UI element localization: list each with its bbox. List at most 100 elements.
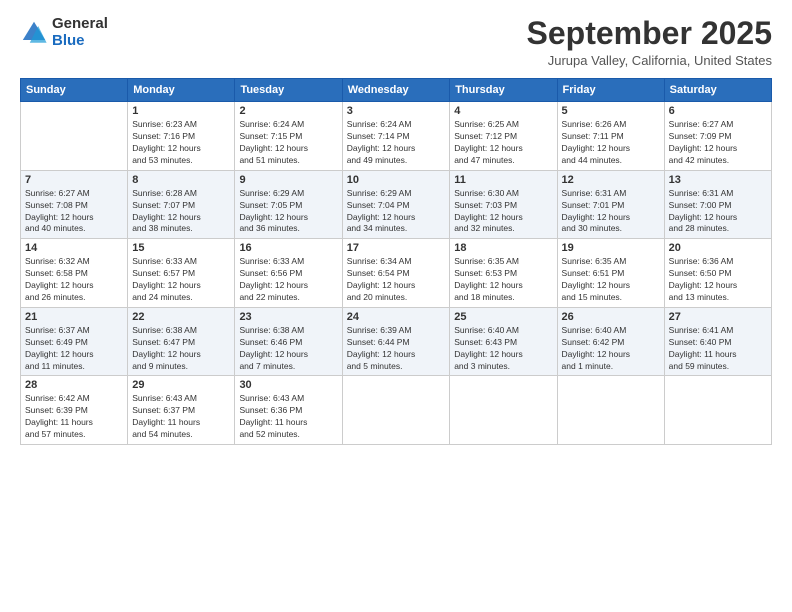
- day-number: 10: [347, 174, 446, 186]
- calendar-cell: 21 Sunrise: 6:37 AMSunset: 6:49 PMDayligh…: [21, 307, 128, 376]
- calendar-header-row: SundayMondayTuesdayWednesdayThursdayFrid…: [21, 79, 772, 102]
- logo-general-text: General: [52, 16, 108, 33]
- logo-text: General Blue: [52, 16, 108, 49]
- day-number: 30: [239, 379, 337, 391]
- day-info: Sunrise: 6:26 AMSunset: 7:11 PMDaylight:…: [562, 119, 660, 167]
- day-number: 24: [347, 311, 446, 323]
- calendar-cell: 18 Sunrise: 6:35 AMSunset: 6:53 PMDayligh…: [450, 239, 557, 308]
- day-number: 1: [132, 105, 230, 117]
- day-info: Sunrise: 6:40 AMSunset: 6:42 PMDaylight:…: [562, 325, 660, 373]
- day-info: Sunrise: 6:24 AMSunset: 7:14 PMDaylight:…: [347, 119, 446, 167]
- month-title: September 2025: [527, 16, 772, 51]
- calendar-cell: [342, 376, 450, 445]
- calendar-week-row: 28Sunrise: 6:42 AMSunset: 6:39 PMDayligh…: [21, 376, 772, 445]
- day-number: 20: [669, 242, 767, 254]
- calendar-header-tuesday: Tuesday: [235, 79, 342, 102]
- day-number: 3: [347, 105, 446, 117]
- calendar-cell: 19 Sunrise: 6:35 AMSunset: 6:51 PMDayligh…: [557, 239, 664, 308]
- logo: General Blue: [20, 16, 108, 49]
- day-info: Sunrise: 6:35 AMSunset: 6:51 PMDaylight:…: [562, 256, 660, 304]
- day-number: 12: [562, 174, 660, 186]
- calendar-table: SundayMondayTuesdayWednesdayThursdayFrid…: [20, 78, 772, 445]
- day-info: Sunrise: 6:41 AMSunset: 6:40 PMDaylight:…: [669, 325, 767, 373]
- calendar-header-friday: Friday: [557, 79, 664, 102]
- calendar-cell: 12 Sunrise: 6:31 AMSunset: 7:01 PMDayligh…: [557, 170, 664, 239]
- day-number: 21: [25, 311, 123, 323]
- calendar-header-thursday: Thursday: [450, 79, 557, 102]
- calendar-cell: 25 Sunrise: 6:40 AMSunset: 6:43 PMDayligh…: [450, 307, 557, 376]
- day-info: Sunrise: 6:34 AMSunset: 6:54 PMDaylight:…: [347, 256, 446, 304]
- calendar-week-row: 21 Sunrise: 6:37 AMSunset: 6:49 PMDayligh…: [21, 307, 772, 376]
- calendar-cell: [557, 376, 664, 445]
- day-info: Sunrise: 6:33 AMSunset: 6:56 PMDaylight:…: [239, 256, 337, 304]
- logo-icon: [20, 19, 48, 47]
- calendar-cell: 24 Sunrise: 6:39 AMSunset: 6:44 PMDayligh…: [342, 307, 450, 376]
- day-number: 15: [132, 242, 230, 254]
- day-number: 26: [562, 311, 660, 323]
- day-info: Sunrise: 6:30 AMSunset: 7:03 PMDaylight:…: [454, 188, 552, 236]
- day-info: Sunrise: 6:24 AMSunset: 7:15 PMDaylight:…: [239, 119, 337, 167]
- day-number: 19: [562, 242, 660, 254]
- day-number: 13: [669, 174, 767, 186]
- calendar-cell: 1 Sunrise: 6:23 AMSunset: 7:16 PMDaylight…: [128, 102, 235, 171]
- day-number: 11: [454, 174, 552, 186]
- day-number: 5: [562, 105, 660, 117]
- day-info: Sunrise: 6:40 AMSunset: 6:43 PMDaylight:…: [454, 325, 552, 373]
- day-info: Sunrise: 6:31 AMSunset: 7:01 PMDaylight:…: [562, 188, 660, 236]
- day-number: 9: [239, 174, 337, 186]
- page: General Blue September 2025 Jurupa Valle…: [0, 0, 792, 612]
- day-number: 28: [25, 379, 123, 391]
- calendar-cell: 5 Sunrise: 6:26 AMSunset: 7:11 PMDaylight…: [557, 102, 664, 171]
- calendar-cell: 23 Sunrise: 6:38 AMSunset: 6:46 PMDayligh…: [235, 307, 342, 376]
- day-info: Sunrise: 6:29 AMSunset: 7:04 PMDaylight:…: [347, 188, 446, 236]
- day-number: 2: [239, 105, 337, 117]
- calendar-cell: 8 Sunrise: 6:28 AMSunset: 7:07 PMDaylight…: [128, 170, 235, 239]
- calendar-cell: 30Sunrise: 6:43 AMSunset: 6:36 PMDayligh…: [235, 376, 342, 445]
- day-info: Sunrise: 6:35 AMSunset: 6:53 PMDaylight:…: [454, 256, 552, 304]
- calendar-cell: [450, 376, 557, 445]
- day-number: 22: [132, 311, 230, 323]
- day-info: Sunrise: 6:27 AMSunset: 7:08 PMDaylight:…: [25, 188, 123, 236]
- day-info: Sunrise: 6:38 AMSunset: 6:46 PMDaylight:…: [239, 325, 337, 373]
- calendar-cell: [664, 376, 771, 445]
- day-info: Sunrise: 6:28 AMSunset: 7:07 PMDaylight:…: [132, 188, 230, 236]
- calendar-cell: 14Sunrise: 6:32 AMSunset: 6:58 PMDayligh…: [21, 239, 128, 308]
- calendar-cell: 28Sunrise: 6:42 AMSunset: 6:39 PMDayligh…: [21, 376, 128, 445]
- day-info: Sunrise: 6:33 AMSunset: 6:57 PMDaylight:…: [132, 256, 230, 304]
- calendar-header-monday: Monday: [128, 79, 235, 102]
- calendar-cell: 7 Sunrise: 6:27 AMSunset: 7:08 PMDaylight…: [21, 170, 128, 239]
- calendar-cell: 29 Sunrise: 6:43 AMSunset: 6:37 PMDayligh…: [128, 376, 235, 445]
- title-section: September 2025 Jurupa Valley, California…: [527, 16, 772, 68]
- day-info: Sunrise: 6:38 AMSunset: 6:47 PMDaylight:…: [132, 325, 230, 373]
- calendar-header-saturday: Saturday: [664, 79, 771, 102]
- calendar-cell: 26 Sunrise: 6:40 AMSunset: 6:42 PMDayligh…: [557, 307, 664, 376]
- day-number: 23: [239, 311, 337, 323]
- day-info: Sunrise: 6:43 AMSunset: 6:37 PMDaylight:…: [132, 393, 230, 441]
- day-number: 29: [132, 379, 230, 391]
- calendar-week-row: 1 Sunrise: 6:23 AMSunset: 7:16 PMDaylight…: [21, 102, 772, 171]
- day-number: 17: [347, 242, 446, 254]
- calendar-cell: 27 Sunrise: 6:41 AMSunset: 6:40 PMDayligh…: [664, 307, 771, 376]
- calendar-cell: 2 Sunrise: 6:24 AMSunset: 7:15 PMDaylight…: [235, 102, 342, 171]
- day-number: 7: [25, 174, 123, 186]
- day-info: Sunrise: 6:39 AMSunset: 6:44 PMDaylight:…: [347, 325, 446, 373]
- calendar-cell: 10 Sunrise: 6:29 AMSunset: 7:04 PMDayligh…: [342, 170, 450, 239]
- calendar-cell: 17 Sunrise: 6:34 AMSunset: 6:54 PMDayligh…: [342, 239, 450, 308]
- day-info: Sunrise: 6:23 AMSunset: 7:16 PMDaylight:…: [132, 119, 230, 167]
- day-info: Sunrise: 6:37 AMSunset: 6:49 PMDaylight:…: [25, 325, 123, 373]
- calendar-cell: 13Sunrise: 6:31 AMSunset: 7:00 PMDayligh…: [664, 170, 771, 239]
- location: Jurupa Valley, California, United States: [527, 53, 772, 68]
- day-number: 8: [132, 174, 230, 186]
- day-number: 16: [239, 242, 337, 254]
- calendar-cell: 20Sunrise: 6:36 AMSunset: 6:50 PMDayligh…: [664, 239, 771, 308]
- calendar-header-wednesday: Wednesday: [342, 79, 450, 102]
- logo-blue-text: Blue: [52, 33, 108, 50]
- day-number: 25: [454, 311, 552, 323]
- day-number: 18: [454, 242, 552, 254]
- calendar-week-row: 7 Sunrise: 6:27 AMSunset: 7:08 PMDaylight…: [21, 170, 772, 239]
- calendar-cell: 9Sunrise: 6:29 AMSunset: 7:05 PMDaylight…: [235, 170, 342, 239]
- calendar-cell: 22 Sunrise: 6:38 AMSunset: 6:47 PMDayligh…: [128, 307, 235, 376]
- day-info: Sunrise: 6:25 AMSunset: 7:12 PMDaylight:…: [454, 119, 552, 167]
- header: General Blue September 2025 Jurupa Valle…: [20, 16, 772, 68]
- day-number: 27: [669, 311, 767, 323]
